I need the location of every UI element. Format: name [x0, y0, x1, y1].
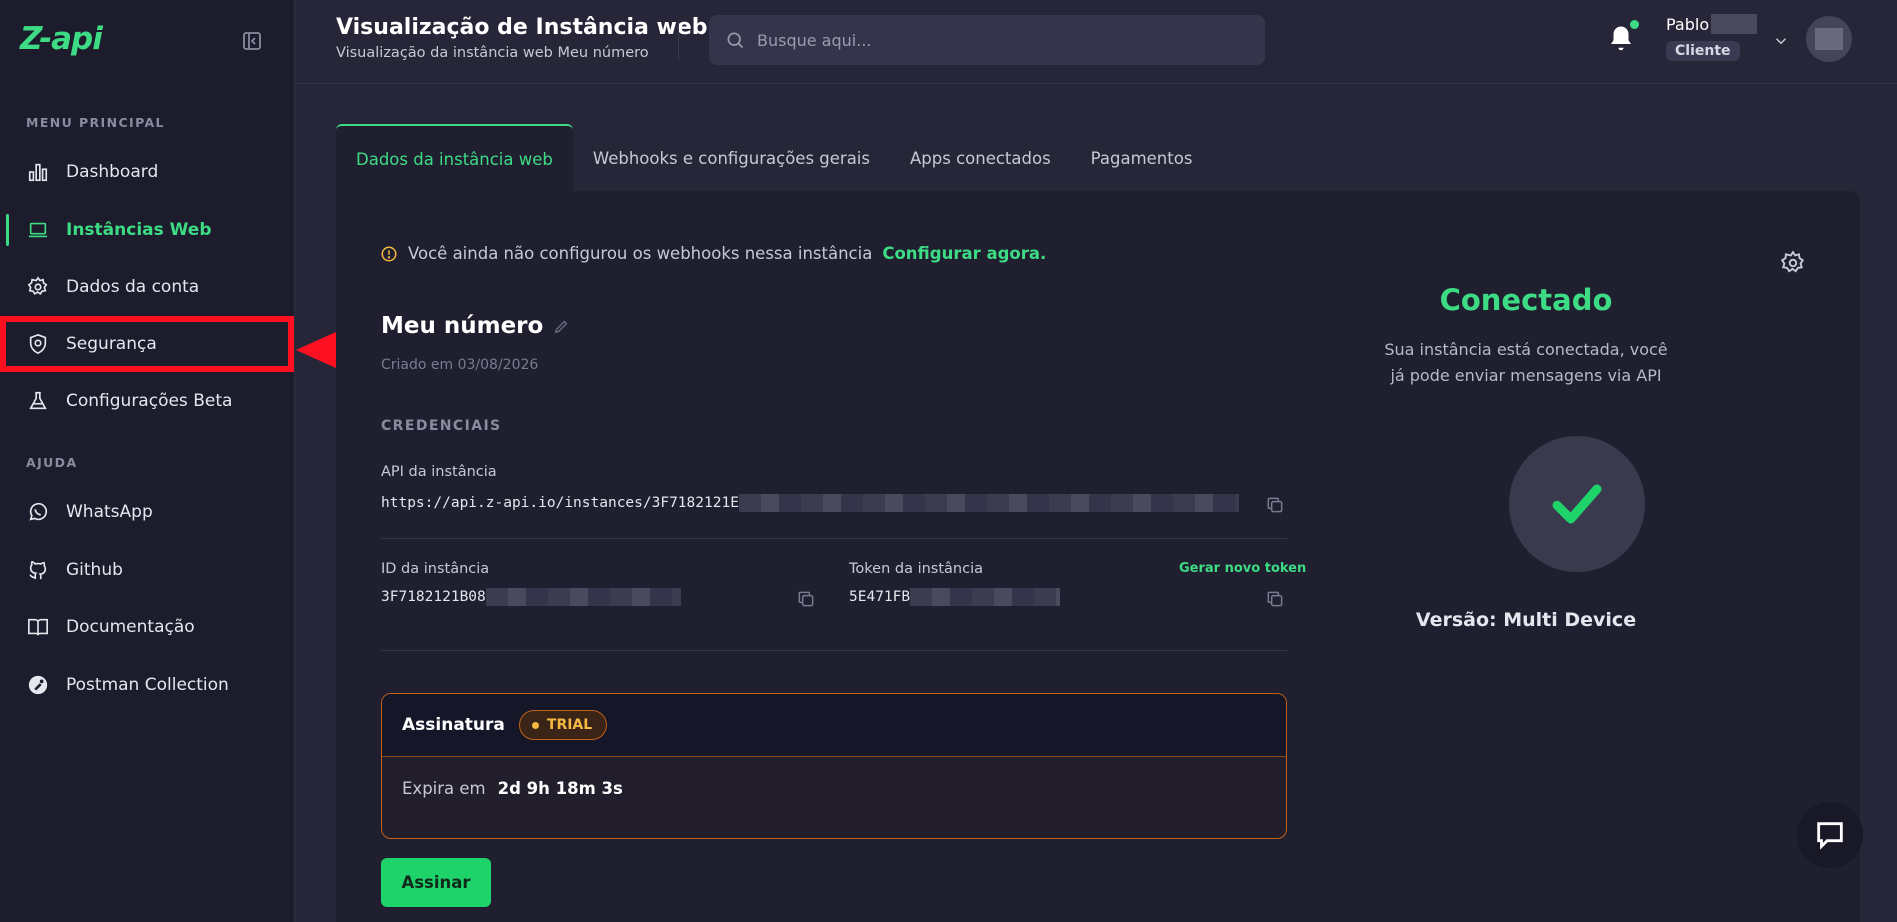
gear-icon: [26, 275, 50, 299]
connection-status-title: Conectado: [1439, 283, 1613, 317]
user-name[interactable]: Pablo: [1666, 14, 1758, 34]
sidebar-item-label: Documentação: [66, 617, 195, 637]
subscription-label: Assinatura: [402, 715, 505, 735]
token-value: 5E471FB: [849, 588, 1061, 606]
redacted-surname: [1711, 14, 1758, 34]
section-label-main: MENU PRINCIPAL: [26, 115, 165, 130]
sidebar-item-documentacao[interactable]: Documentação: [0, 601, 295, 653]
logo-text: Z-api: [20, 21, 103, 57]
search-box[interactable]: [709, 15, 1265, 65]
sidebar-item-configuracoes-beta[interactable]: Configurações Beta: [0, 375, 295, 427]
laptop-icon: [26, 218, 50, 242]
top-header: Visualização de Instância web Visualizaç…: [296, 0, 1897, 84]
chat-bubble-icon: [1817, 822, 1843, 850]
sidebar-item-label: Github: [66, 560, 123, 580]
chevron-down-icon[interactable]: [1772, 32, 1790, 50]
trial-badge: TRIAL: [518, 710, 608, 740]
sidebar-item-label: Dados da conta: [66, 277, 200, 297]
api-value: https://api.z-api.io/instances/3F7182121…: [381, 494, 1239, 512]
postman-icon: [26, 673, 50, 697]
copy-api-icon[interactable]: [1265, 495, 1285, 515]
chat-support-button[interactable]: [1797, 802, 1863, 868]
connected-status-circle: [1509, 436, 1645, 572]
sidebar-item-label: Instâncias Web: [66, 220, 212, 240]
sidebar-item-dados-da-conta[interactable]: Dados da conta: [0, 261, 295, 313]
sidebar-item-whatsapp[interactable]: WhatsApp: [0, 486, 295, 538]
checkmark-icon: [1552, 484, 1602, 524]
tab-dados-da-instancia-web[interactable]: Dados da instância web: [336, 124, 573, 192]
warning-text: Você ainda não configurou os webhooks ne…: [408, 244, 873, 263]
copy-id-icon[interactable]: [796, 589, 816, 609]
sidebar-item-label: Postman Collection: [66, 675, 229, 695]
whatsapp-icon: [26, 500, 50, 524]
sidebar-item-label: Segurança: [66, 334, 157, 354]
avatar[interactable]: [1806, 16, 1852, 62]
header-divider: [678, 20, 679, 60]
instance-id-text: 3F7182121B08: [381, 589, 486, 605]
notification-dot: [1630, 20, 1639, 29]
collapse-sidebar-icon[interactable]: [240, 29, 264, 53]
trial-badge-text: TRIAL: [546, 717, 593, 733]
avatar-image: [1815, 28, 1843, 50]
subscription-box: Assinatura TRIAL Expira em 2d 9h 18m 3s: [381, 693, 1287, 839]
expires-label: Expira em: [402, 779, 486, 798]
token-label: Token da instância: [849, 561, 983, 577]
sidebar-item-label: Dashboard: [66, 162, 159, 182]
sidebar-item-postman-collection[interactable]: Postman Collection: [0, 659, 295, 711]
instance-id-value: 3F7182121B08: [381, 588, 681, 606]
tab-webhooks[interactable]: Webhooks e configurações gerais: [573, 124, 890, 192]
user-first-name: Pablo: [1666, 14, 1710, 34]
book-icon: [26, 615, 50, 639]
instance-card: Você ainda não configurou os webhooks ne…: [336, 191, 1860, 922]
sidebar-item-github[interactable]: Github: [0, 544, 295, 596]
sidebar-item-dashboard[interactable]: Dashboard: [0, 146, 295, 198]
flask-icon: [26, 389, 50, 413]
webhook-warning: Você ainda não configurou os webhooks ne…: [380, 244, 1046, 263]
zapi-logo[interactable]: Z-api: [20, 21, 103, 57]
bar-chart-icon: [26, 160, 50, 184]
redacted-api: [738, 494, 1239, 512]
configure-webhooks-link[interactable]: Configurar agora.: [882, 244, 1046, 263]
section-label-help: AJUDA: [26, 455, 78, 470]
credentials-label: CREDENCIAIS: [381, 418, 502, 434]
expires-value: 2d 9h 18m 3s: [497, 779, 623, 798]
trial-dot: [531, 721, 539, 729]
page-subtitle: Visualização da instância web Meu número: [336, 45, 649, 61]
subscription-header: Assinatura TRIAL: [382, 694, 1286, 757]
created-date: Criado em 03/08/2026: [381, 357, 539, 373]
sidebar-item-instancias-web[interactable]: Instâncias Web: [0, 204, 295, 256]
instance-name-text: Meu número: [381, 313, 544, 339]
shield-icon: [26, 332, 50, 356]
tabs: Dados da instância web Webhooks e config…: [336, 124, 1212, 192]
search-icon: [727, 32, 744, 49]
divider: [381, 538, 1287, 539]
subscription-body: Expira em 2d 9h 18m 3s: [382, 757, 1286, 820]
generate-token-link[interactable]: Gerar novo token: [1179, 561, 1306, 576]
version-label: Versão: Multi Device: [1415, 609, 1637, 631]
user-role-badge: Cliente: [1666, 41, 1740, 61]
token-text: 5E471FB: [849, 589, 911, 605]
redacted-token: [910, 588, 1061, 606]
sidebar-item-label: Configurações Beta: [66, 391, 233, 411]
redacted-id: [485, 588, 681, 606]
page-title: Visualização de Instância web: [336, 15, 708, 40]
api-url-text: https://api.z-api.io/instances/3F7182121…: [381, 495, 739, 511]
copy-token-icon[interactable]: [1265, 589, 1285, 609]
search-input[interactable]: [757, 30, 1237, 50]
sidebar-item-label: WhatsApp: [66, 502, 153, 522]
github-icon: [26, 558, 50, 582]
subscribe-button[interactable]: Assinar: [381, 858, 491, 907]
sidebar: Z-api MENU PRINCIPAL Dashboard Instância…: [0, 0, 295, 922]
sidebar-item-seguranca[interactable]: Segurança: [0, 318, 295, 370]
settings-gear-icon[interactable]: [1780, 250, 1806, 276]
instance-id-label: ID da instância: [381, 561, 490, 577]
warning-icon: [381, 246, 397, 261]
api-label: API da instância: [381, 464, 497, 480]
connection-status-description: Sua instância está conectada, você já po…: [1384, 340, 1668, 385]
tab-apps-conectados[interactable]: Apps conectados: [890, 124, 1071, 192]
edit-pencil-icon[interactable]: [553, 318, 570, 335]
divider: [381, 650, 1287, 651]
tab-pagamentos[interactable]: Pagamentos: [1071, 124, 1213, 192]
instance-name: Meu número: [381, 313, 570, 339]
